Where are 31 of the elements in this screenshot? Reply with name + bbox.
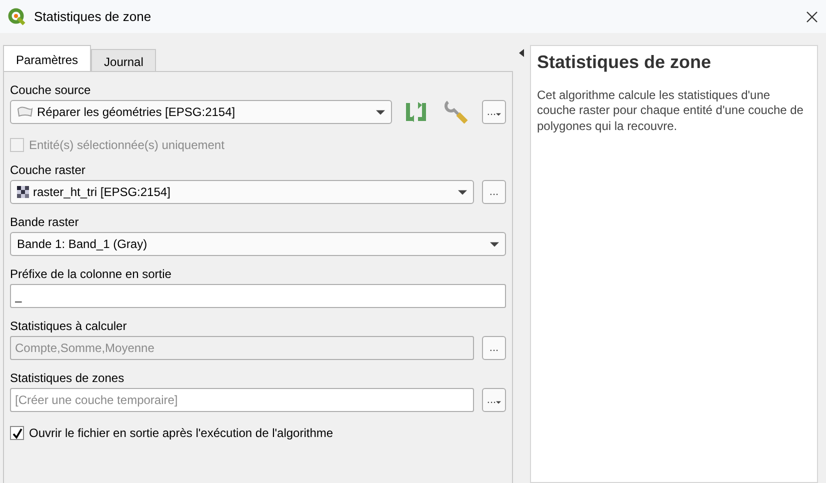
checkbox[interactable]	[10, 426, 24, 440]
field-label: Couche raster	[10, 162, 86, 179]
tab[interactable]: Paramètres	[3, 45, 92, 71]
field-label: Préfixe de la colonne en sortie	[10, 266, 172, 283]
window-title: Statistiques de zone	[34, 8, 152, 26]
close-icon[interactable]	[806, 10, 818, 22]
caret-icon	[490, 242, 499, 246]
checkbox-label: Entité(s) sélectionnée(s) uniquement	[29, 137, 224, 154]
dropdown[interactable]: Réparer les géométries [EPSG:2154]	[10, 100, 392, 124]
collapse-arrow-icon[interactable]	[519, 49, 524, 57]
help-text: Cet algorithme calcule les statistiques d'une couche raster pour chaque entité d'une couche de polygones qui la recouvre.	[537, 88, 804, 134]
dropdown[interactable]: raster_ht_tri [EPSG:2154]	[10, 180, 474, 204]
more-button[interactable]: ...	[482, 388, 506, 412]
checkbox-label: Ouvrir le fichier en sortie après l'exécution de l'algorithme	[29, 425, 334, 442]
polygon-layer-icon	[17, 106, 33, 118]
dropdown[interactable]: Bande 1: Band_1 (Gray)	[10, 232, 506, 256]
tab[interactable]: Journal	[91, 49, 156, 71]
app-logo-icon	[8, 8, 26, 26]
more-button[interactable]: ...	[482, 180, 506, 204]
field-label: Bande raster	[10, 214, 80, 231]
caret-icon	[458, 190, 467, 194]
more-button[interactable]: ...	[482, 100, 506, 124]
help-title: Statistiques de zone	[537, 52, 712, 74]
field-label: Couche source	[10, 82, 92, 99]
caret-icon	[376, 110, 385, 114]
iterate-icon[interactable]	[404, 101, 428, 123]
input-field[interactable]: [Créer une couche temporaire]	[10, 388, 474, 412]
field-label: Statistiques de zones	[10, 370, 126, 387]
raster-layer-icon	[17, 186, 29, 198]
field-label: Statistiques à calculer	[10, 318, 128, 335]
input-field[interactable]: _	[10, 284, 506, 308]
